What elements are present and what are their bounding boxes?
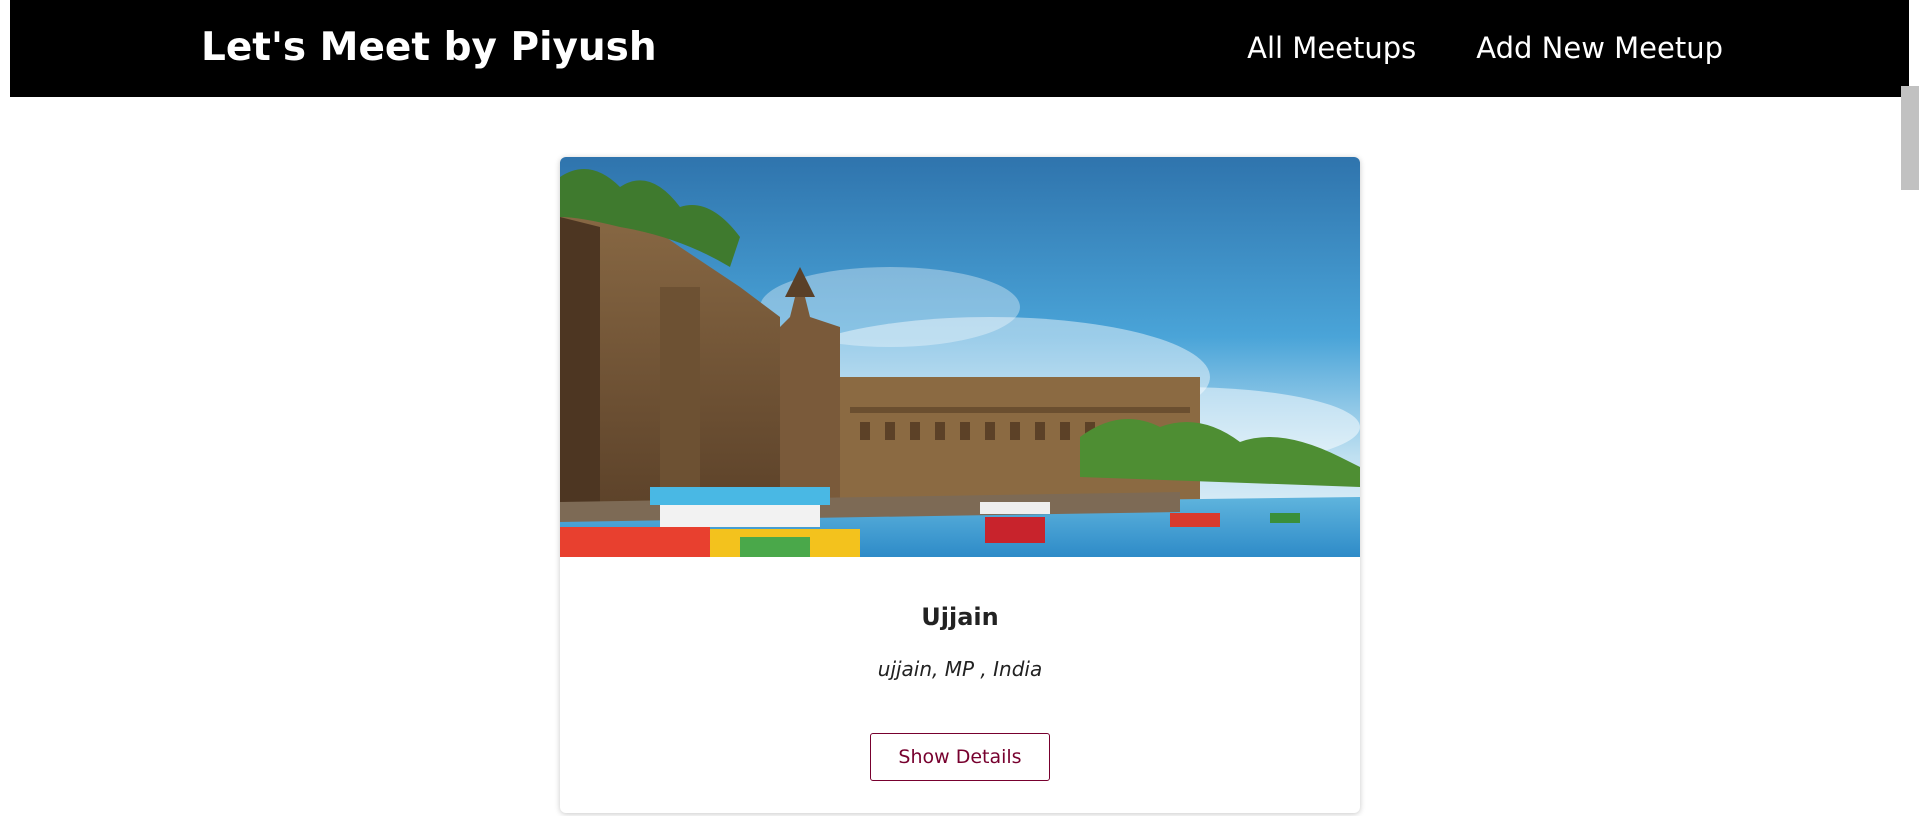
main-header: Let's Meet by Piyush All Meetups Add New… [10,0,1909,97]
nav-link-all-meetups[interactable]: All Meetups [1247,28,1416,68]
site-logo[interactable]: Let's Meet by Piyush [201,24,657,72]
meetup-title: Ujjain [921,603,999,631]
nav-link-add-new-meetup[interactable]: Add New Meetup [1476,28,1723,68]
page: Let's Meet by Piyush All Meetups Add New… [0,0,1920,816]
meetup-address: ujjain, MP , India [877,657,1043,681]
main-nav: All Meetups Add New Meetup [1247,28,1723,68]
scrollbar-thumb[interactable] [1901,86,1919,190]
meetup-card: Ujjain ujjain, MP , India Show Details [560,157,1360,813]
meetup-image [560,157,1360,557]
show-details-button[interactable]: Show Details [870,733,1050,781]
